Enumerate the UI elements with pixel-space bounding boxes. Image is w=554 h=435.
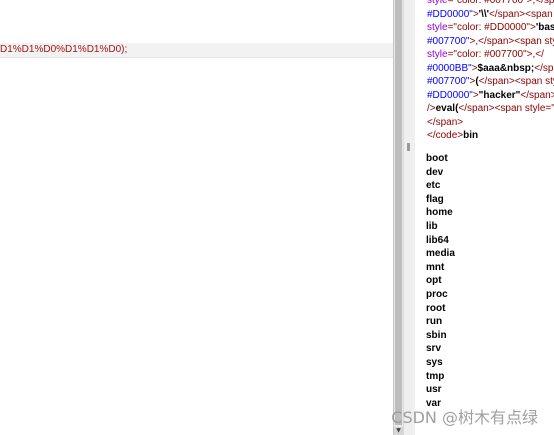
source-token: ="color: #DD0000">: [447, 22, 536, 33]
source-line: #007700">,</span><span sty: [427, 35, 554, 49]
list-item: proc: [426, 288, 448, 300]
source-line: #007700">(</span><span sty: [427, 75, 554, 89]
request-editor[interactable]: D1%D1%D0%D1%D1%D0);: [0, 0, 393, 435]
url-fragment: D1%D1%D0%D1%D1%D0);: [0, 44, 128, 55]
source-token: style: [427, 0, 448, 6]
source-token: </span>: [427, 116, 464, 128]
source-token: span: [543, 0, 554, 6]
scrollbar-thumb[interactable]: [395, 0, 402, 425]
source-line: style="color: #007700">,</: [427, 48, 554, 62]
list-item: home: [426, 207, 453, 219]
source-line: </code>bin: [427, 129, 554, 143]
html-source-listing: style="color: #007700">,</span#DD0000">'…: [427, 0, 554, 143]
list-item: lib64: [426, 234, 449, 246]
source-token: </sp: [534, 62, 554, 74]
source-token: </span><span style=": [458, 103, 554, 114]
source-token: </span><span s: [488, 8, 554, 20]
source-token: </span>: [520, 89, 554, 101]
source-token: style: [427, 22, 448, 33]
list-item: lib: [426, 220, 438, 232]
source-token: #007700": [427, 35, 470, 47]
watermark: CSDN @树木有点绿: [391, 408, 538, 427]
source-token: eval(: [435, 103, 459, 114]
list-item: dev: [426, 166, 444, 178]
list-item: tmp: [426, 370, 445, 382]
url-line[interactable]: D1%D1%D0%D1%D1%D0);: [0, 43, 393, 58]
source-line: style="color: #DD0000">'bas: [427, 21, 554, 35]
response-view: style="color: #007700">,</span#DD0000">'…: [415, 0, 554, 435]
source-line: </span>: [427, 116, 554, 130]
directory-listing: boot dev etc flag home lib lib64 media mnt opt pro…: [426, 152, 455, 410]
source-line: #0000BB">$aaa&nbsp;</sp: [427, 62, 554, 76]
source-token: #007700": [427, 76, 470, 87]
source-line: style="color: #007700">,</span: [427, 0, 554, 8]
source-token: >,</span><span sty: [469, 35, 554, 47]
splitter-grip-icon[interactable]: [407, 143, 410, 151]
source-line: />eval(</span><span style=": [427, 102, 554, 116]
list-item: usr: [426, 384, 442, 396]
source-line: #DD0000">"hacker"</span>: [427, 89, 554, 103]
source-token: '\\': [478, 8, 489, 20]
list-item: boot: [426, 153, 448, 164]
scroll-down-arrow-icon[interactable]: ▼: [394, 427, 403, 435]
list-item: run: [426, 316, 443, 328]
list-item: root: [426, 302, 446, 314]
source-token: ="color: #007700">,</: [447, 0, 544, 6]
source-token: #DD0000": [427, 8, 473, 20]
source-token: #0000BB": [427, 62, 472, 74]
list-item: sys: [426, 356, 443, 368]
list-item: media: [426, 248, 455, 260]
source-token: #DD0000": [427, 89, 473, 101]
list-item: etc: [426, 180, 441, 192]
list-item: opt: [426, 275, 442, 287]
source-token: />: [427, 103, 436, 114]
source-token: </span><span sty: [478, 76, 554, 87]
source-token: 'bas: [535, 22, 554, 33]
source-token: </code>: [427, 130, 464, 141]
source-token: $aaa&nbsp;: [477, 62, 535, 74]
source-token: bin: [463, 130, 479, 141]
list-item: mnt: [426, 261, 445, 273]
source-token: style: [427, 49, 448, 60]
list-item: flag: [426, 193, 444, 205]
vertical-scrollbar[interactable]: ▼: [393, 0, 403, 435]
source-line: #DD0000">'\\'</span><span s: [427, 8, 554, 22]
source-token: "hacker": [478, 89, 521, 101]
list-item: srv: [426, 343, 442, 355]
list-item: sbin: [426, 329, 447, 341]
source-token: ="color: #007700">,</: [447, 49, 544, 60]
